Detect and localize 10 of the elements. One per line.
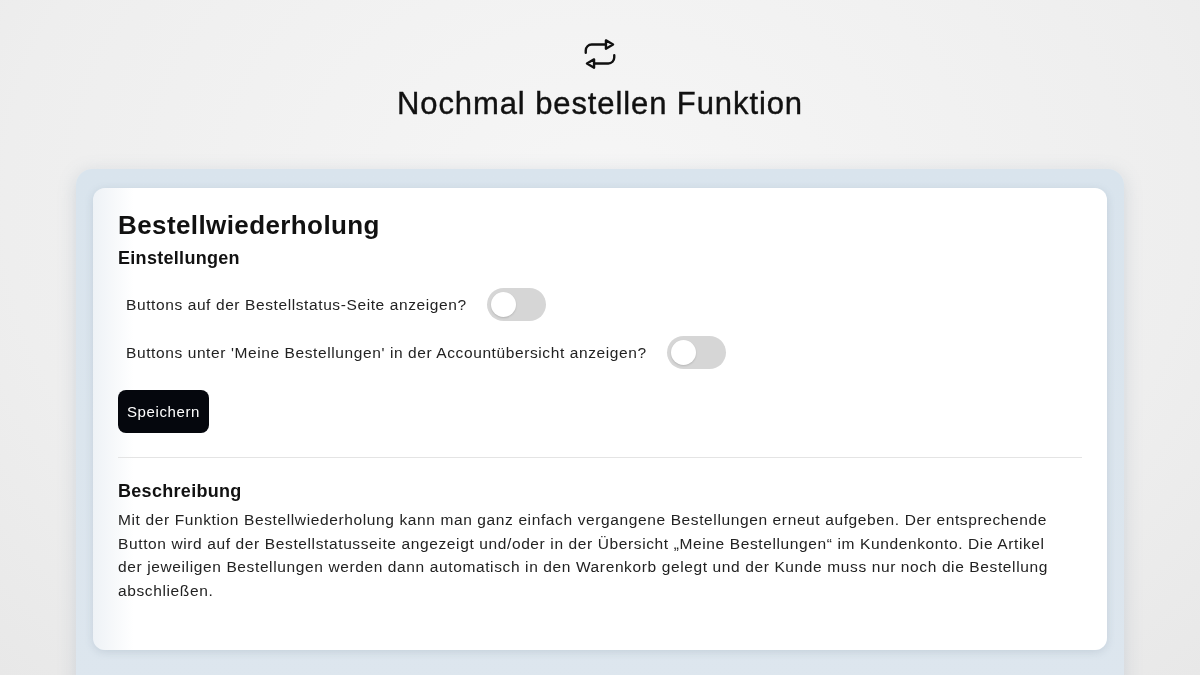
section-heading: Einstellungen: [118, 247, 241, 270]
page-title: Nochmal bestellen Funktion: [397, 85, 803, 123]
toggle-label: Buttons auf der Bestellstatus-Seite anzeigen?: [126, 294, 467, 315]
toggle-switch[interactable]: [486, 288, 546, 321]
toggle-switch[interactable]: [666, 336, 726, 369]
card-title: Bestellwiederholung: [118, 209, 381, 241]
toggle-label: Buttons unter 'Meine Bestellungen' in der Accountübersicht anzeigen?: [126, 342, 647, 363]
section-heading: Beschreibung: [118, 480, 243, 503]
save-button[interactable]: Speichern: [118, 390, 209, 433]
description-text: Mit der Funktion Bestellwiederholung kann man ganz einfach vergangene Bestellungen erneut aufgeben. Der entsprechende Button wird auf der Bestellstatusseite angezeigt und/oder in der Übersicht „Meine Bestellungen“ im Kundenkonto. Die Artikel der jeweiligen Bestellungen werden dann automatisch in den Warenkorb gelegt und der Kunde muss nur noch die Bestellung abschließen.: [118, 510, 1049, 601]
